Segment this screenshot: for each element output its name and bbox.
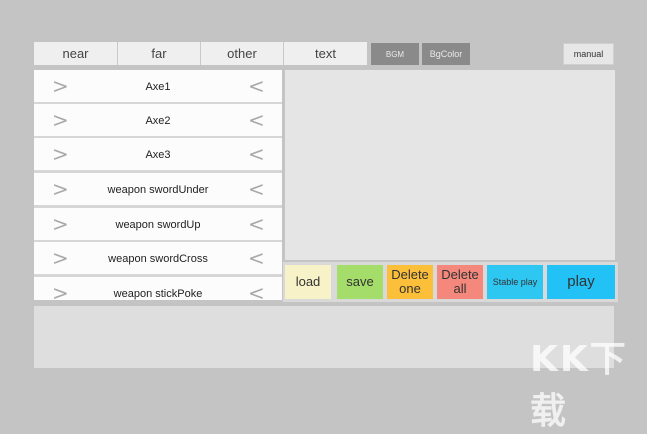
list-item[interactable]: > Axe1 < — [34, 70, 282, 103]
tab-text[interactable]: text — [284, 42, 367, 65]
chevron-left-icon[interactable]: < — [248, 248, 265, 268]
tab-bar: near far other text BGM BgColor manual — [0, 40, 647, 66]
bgcolor-button[interactable]: BgColor — [422, 43, 470, 65]
list-item[interactable]: > weapon swordCross < — [34, 242, 282, 275]
chevron-right-icon[interactable]: > — [52, 76, 69, 96]
tab-other[interactable]: other — [201, 42, 284, 65]
manual-button[interactable]: manual — [563, 43, 614, 65]
chevron-left-icon[interactable]: < — [248, 76, 265, 96]
list-item-label: Axe1 — [145, 80, 171, 93]
list-item[interactable]: > weapon swordUnder < — [34, 173, 282, 206]
bottom-panel — [34, 306, 614, 368]
bgm-button[interactable]: BGM — [371, 43, 419, 65]
app-window: near far other text BGM BgColor manual >… — [0, 0, 647, 432]
list-item-label: Axe2 — [145, 114, 171, 127]
delete-all-button[interactable]: Delete all — [437, 265, 483, 299]
delete-one-button[interactable]: Delete one — [387, 265, 433, 299]
list-item[interactable]: > Axe3 < — [34, 138, 282, 171]
item-list[interactable]: > Axe1 < > Axe2 < > Axe3 < > weapon swor… — [34, 70, 282, 300]
tab-far[interactable]: far — [118, 42, 201, 65]
list-item-label: weapon swordUnder — [107, 183, 209, 196]
chevron-left-icon[interactable]: < — [248, 179, 265, 199]
chevron-right-icon[interactable]: > — [52, 248, 69, 268]
chevron-right-icon[interactable]: > — [52, 283, 69, 300]
chevron-left-icon[interactable]: < — [248, 144, 265, 164]
tab-near[interactable]: near — [34, 42, 118, 65]
list-item[interactable]: > weapon swordUp < — [34, 208, 282, 241]
list-item-label: weapon stickPoke — [113, 287, 203, 300]
chevron-right-icon[interactable]: > — [52, 110, 69, 130]
chevron-right-icon[interactable]: > — [52, 144, 69, 164]
list-item-label: weapon swordUp — [115, 218, 201, 231]
chevron-left-icon[interactable]: < — [248, 214, 265, 234]
list-item[interactable]: > Axe2 < — [34, 104, 282, 137]
list-item-label: weapon swordCross — [108, 252, 208, 265]
list-item[interactable]: > weapon stickPoke < — [34, 277, 282, 300]
save-button[interactable]: save — [337, 265, 383, 299]
list-item-label: Axe3 — [145, 148, 171, 161]
play-button[interactable]: play — [547, 265, 615, 299]
chevron-right-icon[interactable]: > — [52, 214, 69, 234]
stable-play-button[interactable]: Stable play — [487, 265, 543, 299]
chevron-left-icon[interactable]: < — [248, 283, 265, 300]
load-button[interactable]: load — [285, 265, 331, 299]
chevron-right-icon[interactable]: > — [52, 179, 69, 199]
action-bar: load save Delete one Delete all Stable p… — [283, 262, 618, 302]
chevron-left-icon[interactable]: < — [248, 110, 265, 130]
preview-panel — [285, 70, 615, 260]
